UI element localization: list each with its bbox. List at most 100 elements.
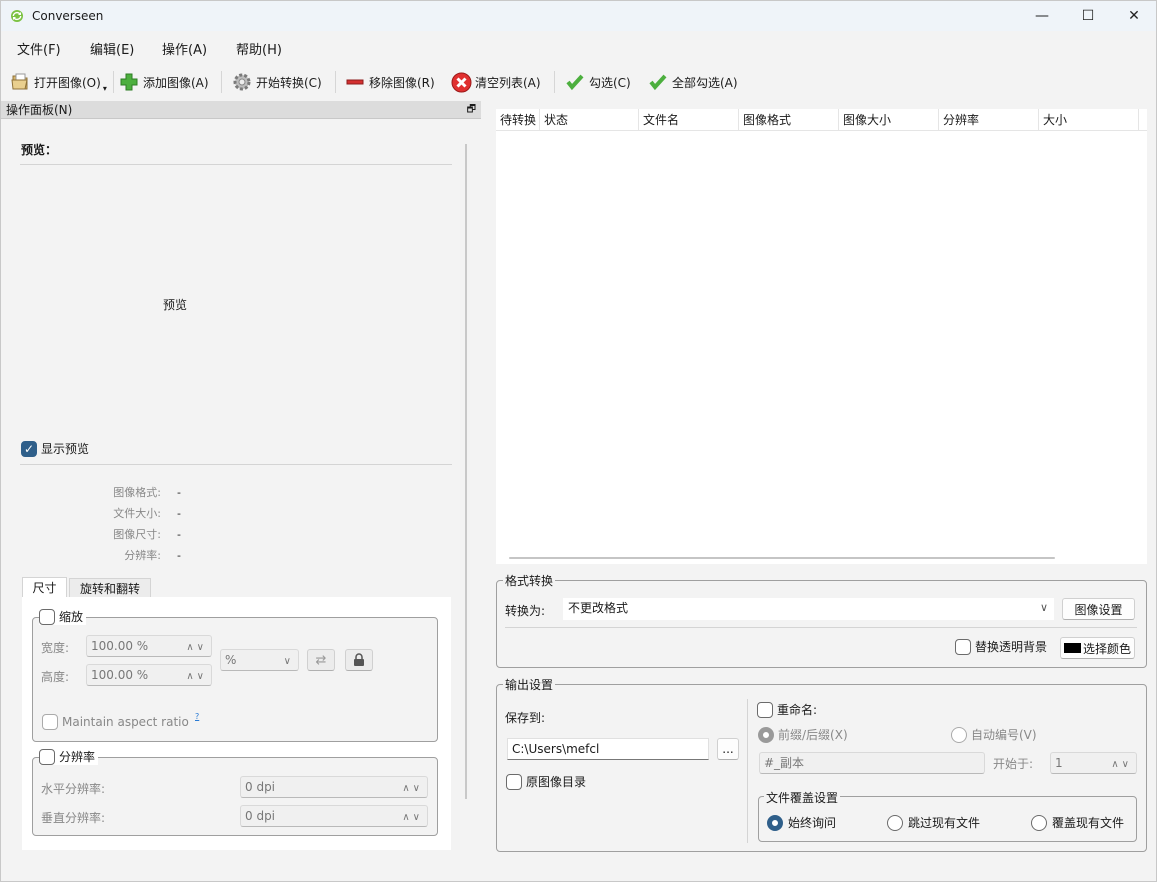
- image-table[interactable]: 待转换 状态 文件名 图像格式 图像大小 分辨率 大小: [496, 109, 1147, 564]
- maximize-icon: ☐: [1081, 8, 1095, 24]
- choose-color-button[interactable]: 选择颜色: [1060, 637, 1135, 659]
- spin-arrows-icon[interactable]: ∧∨: [1111, 755, 1132, 775]
- open-images-button[interactable]: 打开图像(O) ▾: [10, 64, 107, 100]
- spin-arrows-icon[interactable]: ∧∨: [402, 779, 423, 799]
- height-spinbox[interactable]: 100.00 % ∧∨: [86, 664, 212, 686]
- maximize-button[interactable]: ☐: [1065, 1, 1111, 31]
- lock-ratio-button[interactable]: [345, 649, 373, 671]
- start-at-label: 开始于:: [993, 757, 1034, 771]
- menu-help[interactable]: 帮助(H): [236, 39, 282, 58]
- column-header-pending[interactable]: 待转换: [496, 109, 540, 131]
- panel-scrollbar[interactable]: [465, 144, 467, 799]
- checkbox-icon: [39, 608, 55, 625]
- radio-selected-icon: [758, 726, 774, 743]
- overwrite-existing-radio[interactable]: 覆盖现有文件: [1031, 814, 1124, 831]
- h-resolution-spinbox[interactable]: 0 dpi ∧∨: [240, 776, 428, 798]
- v-resolution-spinbox[interactable]: 0 dpi ∧∨: [240, 805, 428, 827]
- horizontal-scrollbar[interactable]: [509, 557, 1055, 559]
- save-to-label: 保存到:: [505, 711, 546, 725]
- checkbox-icon: [39, 748, 55, 765]
- original-dir-checkbox[interactable]: 原图像目录: [506, 773, 586, 790]
- start-convert-button[interactable]: 开始转换(C): [232, 64, 322, 100]
- resolution-checkbox[interactable]: 分辨率: [39, 748, 99, 765]
- v-resolution-label: 垂直分辨率:: [41, 811, 106, 825]
- skip-existing-radio[interactable]: 跳过现有文件: [887, 814, 980, 831]
- swap-button[interactable]: ⇄: [307, 649, 335, 671]
- window-title: Converseen: [32, 9, 104, 23]
- add-images-button[interactable]: 添加图像(A): [120, 64, 209, 100]
- rename-pattern-input[interactable]: #_副本: [759, 752, 985, 774]
- chevron-down-icon: ∨: [1039, 601, 1048, 614]
- show-preview-checkbox[interactable]: ✓ 显示预览: [21, 440, 89, 457]
- check-all-button[interactable]: 全部勾选(A): [649, 64, 738, 100]
- h-resolution-label: 水平分辨率:: [41, 782, 106, 796]
- unit-combo[interactable]: % ∨: [220, 649, 299, 671]
- checkmark-icon: [649, 74, 667, 91]
- column-header-resolution[interactable]: 分辨率: [939, 109, 1039, 131]
- radio-icon: [1031, 814, 1047, 831]
- checkbox-icon: [506, 773, 522, 790]
- width-spinbox[interactable]: 100.00 % ∧∨: [86, 635, 212, 657]
- radio-icon: [951, 726, 967, 743]
- remove-image-button[interactable]: 移除图像(R): [346, 64, 435, 100]
- spin-arrows-icon[interactable]: ∧∨: [186, 667, 207, 687]
- prefix-suffix-radio[interactable]: 前缀/后缀(X): [758, 726, 848, 743]
- check-button[interactable]: 勾选(C): [566, 64, 631, 100]
- format-group: [496, 580, 1147, 668]
- maintain-aspect-checkbox[interactable]: Maintain aspect ratio: [42, 714, 189, 730]
- divider: [747, 699, 748, 843]
- checkbox-checked-icon: ✓: [21, 440, 37, 457]
- column-header-image-size[interactable]: 图像大小: [839, 109, 939, 131]
- dropdown-arrow-icon[interactable]: ▾: [103, 84, 107, 93]
- column-header-status[interactable]: 状态: [540, 109, 639, 131]
- checkbox-icon: [955, 638, 971, 655]
- column-header-filename[interactable]: 文件名: [639, 109, 739, 131]
- image-info: 图像格式: - 文件大小: - 图像尺寸: - 分辨率: -: [113, 486, 181, 562]
- spin-arrows-icon[interactable]: ∧∨: [186, 638, 207, 658]
- width-label: 宽度:: [41, 641, 70, 655]
- start-at-spinbox[interactable]: 1 ∧∨: [1050, 752, 1137, 774]
- panel-title: 操作面板(N): [6, 103, 73, 117]
- toolbar-separator: [221, 71, 222, 93]
- toolbar-separator: [335, 71, 336, 93]
- spin-arrows-icon[interactable]: ∧∨: [402, 808, 423, 828]
- menu-file[interactable]: 文件(F): [17, 39, 61, 58]
- tab-rotate-flip[interactable]: 旋转和翻转: [69, 578, 151, 598]
- divider: [20, 164, 452, 165]
- divider: [20, 464, 452, 465]
- swap-icon: ⇄: [315, 652, 327, 668]
- color-swatch: [1063, 643, 1081, 653]
- close-button[interactable]: ✕: [1111, 1, 1157, 31]
- format-combo[interactable]: 不更改格式 ∨: [563, 598, 1054, 620]
- browse-button[interactable]: ...: [717, 738, 739, 760]
- tab-size[interactable]: 尺寸: [22, 577, 67, 597]
- title-bar: Converseen — ☐ ✕: [1, 1, 1156, 31]
- clear-list-button[interactable]: 清空列表(A): [451, 64, 541, 100]
- float-panel-icon[interactable]: 🗗: [467, 101, 476, 119]
- preview-label: 预览：: [21, 143, 58, 157]
- menu-bar: 文件(F) 编辑(E) 操作(A) 帮助(H): [1, 33, 1156, 61]
- output-group-title: 输出设置: [503, 676, 556, 693]
- column-header-size[interactable]: 大小: [1039, 109, 1139, 131]
- replace-bg-checkbox[interactable]: 替换透明背景: [955, 638, 1047, 655]
- panel-header: 操作面板(N) 🗗: [1, 101, 481, 119]
- minimize-button[interactable]: —: [1019, 1, 1065, 31]
- plus-icon: [120, 73, 138, 91]
- overwrite-group-title: 文件覆盖设置: [764, 789, 841, 806]
- chevron-down-icon: ∨: [283, 656, 294, 667]
- menu-edit[interactable]: 编辑(E): [90, 39, 134, 58]
- auto-number-radio[interactable]: 自动编号(V): [951, 726, 1037, 743]
- rename-checkbox[interactable]: 重命名:: [757, 701, 817, 718]
- convert-to-label: 转换为:: [505, 604, 546, 618]
- open-folder-icon: [11, 73, 28, 90]
- toolbar-separator: [113, 71, 114, 93]
- column-header-format[interactable]: 图像格式: [739, 109, 839, 131]
- scale-checkbox[interactable]: 缩放: [39, 608, 87, 625]
- always-ask-radio[interactable]: 始终询问: [767, 814, 836, 831]
- delete-circle-icon: [451, 72, 472, 92]
- output-path-input[interactable]: C:\Users\mefcl: [507, 738, 709, 760]
- divider: [505, 627, 1137, 628]
- menu-actions[interactable]: 操作(A): [162, 39, 207, 58]
- aspect-help-link[interactable]: ?: [195, 712, 199, 721]
- image-settings-button[interactable]: 图像设置: [1062, 598, 1135, 620]
